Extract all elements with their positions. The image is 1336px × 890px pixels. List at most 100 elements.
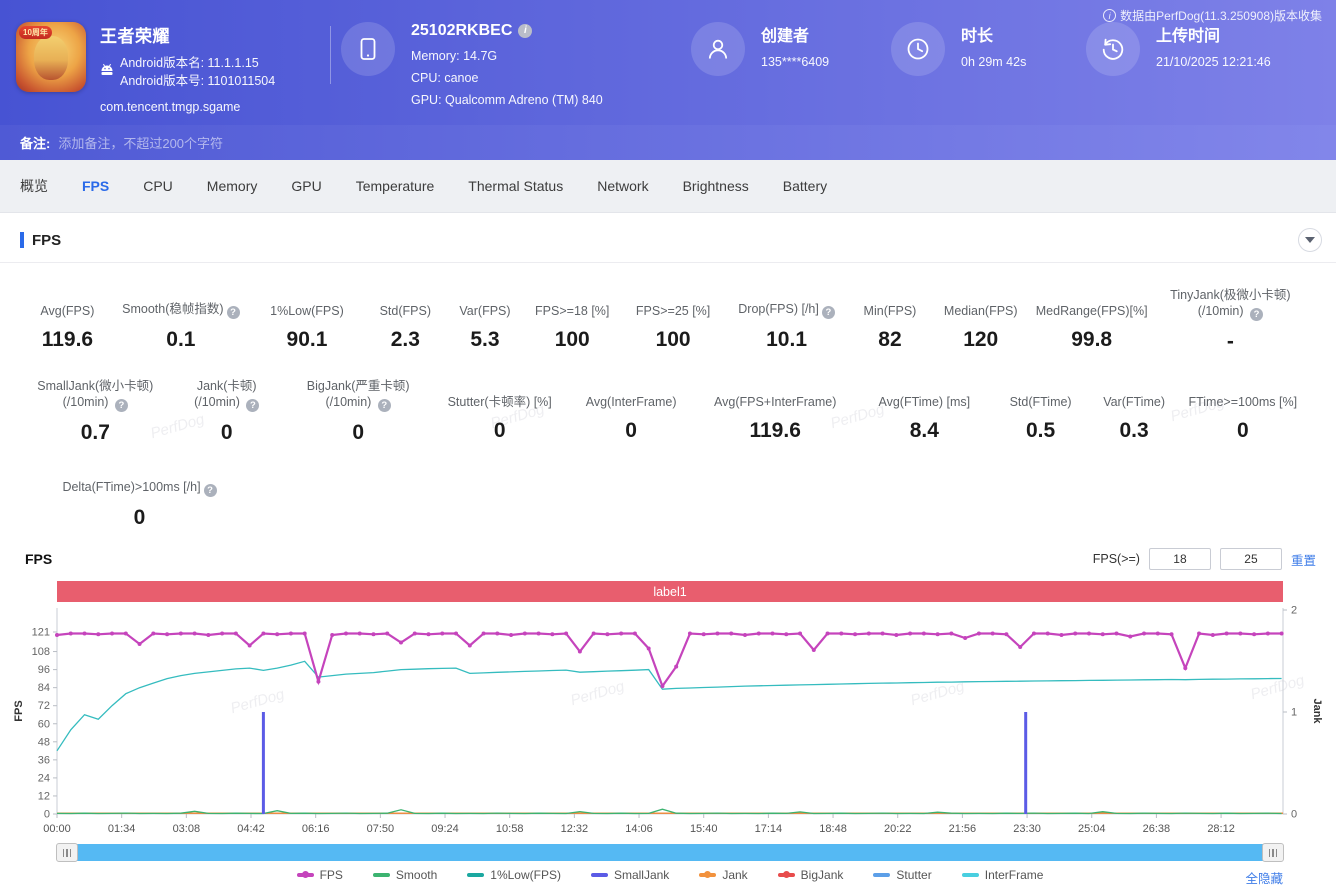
upload-time-label: 上传时间 <box>1156 28 1221 45</box>
stat-label: Stutter(卡顿率) [%] <box>447 395 552 409</box>
stat-value: 8.4 <box>909 419 939 442</box>
svg-text:25:04: 25:04 <box>1078 823 1106 835</box>
legend-item-FPS[interactable]: FPS <box>296 868 343 882</box>
duration-value: 0h 29m 42s <box>961 55 1027 69</box>
svg-text:20:22: 20:22 <box>884 823 912 835</box>
filter-label: FPS(>=) <box>1092 552 1140 566</box>
svg-text:23:30: 23:30 <box>1013 823 1041 835</box>
legend-label: FPS <box>319 868 343 882</box>
collector-notice-text: 数据由PerfDog(11.3.250908)版本收集 <box>1120 9 1322 23</box>
section-title: FPS <box>32 231 62 249</box>
legend-marker <box>699 871 717 879</box>
device-info-icon[interactable]: i <box>518 24 533 38</box>
stat-FTime>-100ms-%: FTime>=100ms [%] 0 <box>1180 378 1306 445</box>
fps-threshold-input-1[interactable] <box>1148 548 1211 570</box>
help-icon[interactable]: ? <box>821 306 835 319</box>
svg-text:26:38: 26:38 <box>1143 823 1171 835</box>
legend-item-1%Low(FPS)[interactable]: 1%Low(FPS) <box>467 868 561 882</box>
help-icon[interactable]: ? <box>203 484 217 497</box>
series-SmallJank <box>261 712 1028 814</box>
fps-threshold-input-2[interactable] <box>1219 548 1282 570</box>
legend-marker <box>372 873 390 877</box>
scrollbar-left-handle[interactable] <box>56 843 78 862</box>
stat-label: BigJank(严重卡顿) (/10min) ? <box>306 379 410 412</box>
stat-label: FPS>=25 [%] <box>635 304 711 318</box>
chevron-down-icon <box>1305 237 1315 243</box>
upload-time-value: 21/10/2025 12:21:46 <box>1156 55 1271 69</box>
stat-value: 0 <box>133 506 146 529</box>
stat-label: FPS>=18 [%] <box>535 304 610 318</box>
stat-label: TinyJank(极微小卡顿) (/10min) ? <box>1170 288 1291 321</box>
tab-FPS[interactable]: FPS <box>82 178 109 194</box>
stat-Std-FTime: Std(FTime) 0.5 <box>993 378 1089 445</box>
stat-Avg-FPS: Avg(FPS) 119.6 <box>22 287 113 354</box>
svg-text:01:34: 01:34 <box>108 823 136 835</box>
legend-label: Smooth <box>395 868 438 882</box>
app-icon-art <box>34 36 68 80</box>
note-bar: 备注: 添加备注，不超过200个字符 <box>0 125 1336 160</box>
stat-label: Avg(FPS+InterFrame) <box>714 395 837 409</box>
tab-GPU[interactable]: GPU <box>291 178 321 194</box>
help-icon[interactable]: ? <box>226 306 240 319</box>
legend-item-Smooth[interactable]: Smooth <box>372 868 438 882</box>
svg-text:84: 84 <box>38 682 50 694</box>
legend-item-Stutter[interactable]: Stutter <box>873 868 932 882</box>
fps-jank-chart[interactable]: 121 108 96 84 72 60 48 36 24 12 0 2 1 0 00:00 01:34 03:0… <box>10 602 1326 840</box>
legend-marker <box>873 873 891 877</box>
svg-text:07:50: 07:50 <box>367 823 395 835</box>
svg-text:12:32: 12:32 <box>561 823 589 835</box>
stat-BigJank: BigJank(严重卡顿) (/10min) ? 0 <box>285 378 432 445</box>
svg-text:10:58: 10:58 <box>496 823 524 835</box>
stat-1%Low-FPS: 1%Low(FPS) 90.1 <box>249 287 365 354</box>
tab-bar: 概览 FPS CPU Memory GPU Temperature Thermal Stat… <box>0 160 1336 213</box>
legend-marker <box>590 873 608 877</box>
stats-row-1: Avg(FPS) 119.6 Smooth(稳帧指数)? 0.1 1%Low(FPS) 9… <box>0 287 1336 354</box>
stat-label: Min(FPS) <box>863 304 917 318</box>
tab-Battery[interactable]: Battery <box>783 178 827 194</box>
svg-text:03:08: 03:08 <box>173 823 201 835</box>
stat-Var-FPS: Var(FPS) 5.3 <box>446 287 525 354</box>
tab-Memory[interactable]: Memory <box>207 178 258 194</box>
help-icon[interactable]: ? <box>114 399 128 412</box>
stat-TinyJank: TinyJank(极微小卡顿) (/10min) ? - <box>1155 287 1306 354</box>
tab-Thermal Status[interactable]: Thermal Status <box>468 178 563 194</box>
note-input[interactable]: 添加备注，不超过200个字符 <box>58 133 223 152</box>
stats-row-2: SmallJank(微小卡顿) (/10min) ? 0.7 Jank(卡顿) (/10… <box>0 378 1336 445</box>
stat-value: 5.3 <box>470 328 500 351</box>
legend-item-BigJank[interactable]: BigJank <box>777 868 843 882</box>
tab-概览[interactable]: 概览 <box>20 176 48 196</box>
legend-marker <box>961 873 979 877</box>
legend-dot <box>704 871 712 879</box>
stat-Avg-FPS-InterFrame: Avg(FPS+InterFrame) 119.6 <box>694 378 856 445</box>
help-icon[interactable]: ? <box>1250 308 1264 321</box>
legend-item-SmallJank[interactable]: SmallJank <box>590 868 669 882</box>
chart-scrollbar[interactable] <box>56 843 1284 862</box>
stat-Std-FPS: Std(FPS) 2.3 <box>365 287 446 354</box>
scrollbar-right-handle[interactable] <box>1262 843 1284 862</box>
report-header: i 数据由PerfDog(11.3.250908)版本收集 10周年 王者荣耀 … <box>0 0 1336 125</box>
clock-icon <box>891 22 945 76</box>
svg-text:09:24: 09:24 <box>431 823 459 835</box>
svg-text:FPS: FPS <box>13 700 25 721</box>
svg-text:15:40: 15:40 <box>690 823 718 835</box>
legend-marker <box>296 871 314 879</box>
stat-label: Smooth(稳帧指数)? <box>113 287 249 319</box>
stat-value: 82 <box>878 328 902 351</box>
tab-Brightness[interactable]: Brightness <box>683 178 749 194</box>
tab-Temperature[interactable]: Temperature <box>356 178 435 194</box>
creator-value: 135****6409 <box>761 55 830 69</box>
help-icon[interactable]: ? <box>377 399 391 412</box>
creator-block: 创建者 135****6409 <box>691 22 891 76</box>
app-title: 王者荣耀 <box>100 27 170 46</box>
tab-CPU[interactable]: CPU <box>143 178 173 194</box>
svg-text:00:00: 00:00 <box>43 823 71 835</box>
tab-Network[interactable]: Network <box>597 178 648 194</box>
reset-link[interactable]: 重置 <box>1291 550 1316 569</box>
legend-item-InterFrame[interactable]: InterFrame <box>961 868 1043 882</box>
legend-item-Jank[interactable]: Jank <box>699 868 748 882</box>
help-icon[interactable]: ? <box>246 399 260 412</box>
hide-all-link[interactable]: 全隐藏 <box>1245 868 1283 887</box>
collapse-button[interactable] <box>1298 228 1322 252</box>
series-FPS <box>55 631 1284 689</box>
stat-label: Jank(卡顿) (/10min) ? <box>169 378 285 412</box>
